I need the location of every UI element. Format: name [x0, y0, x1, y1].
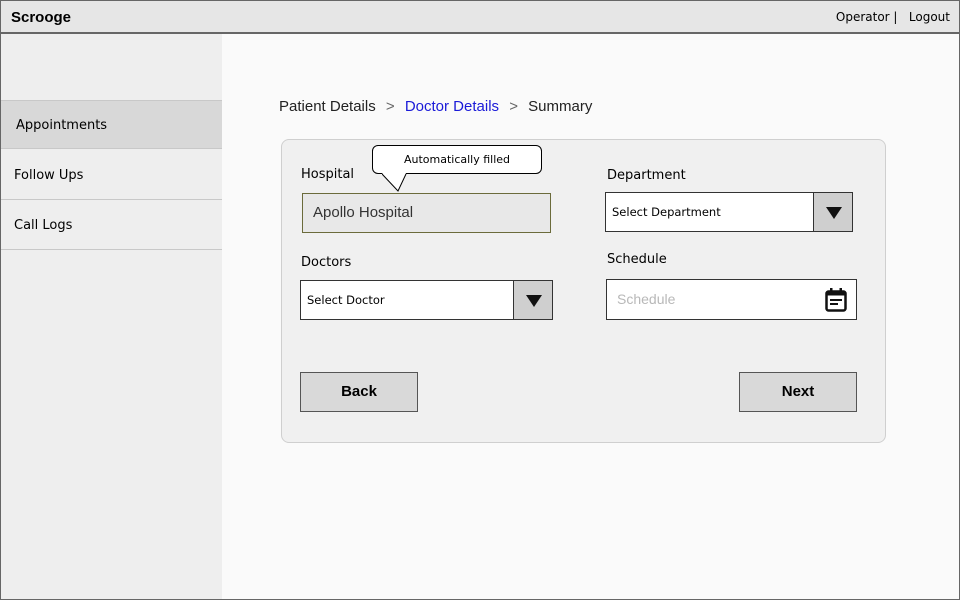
doctors-select-value: Select Doctor: [307, 293, 385, 307]
breadcrumb-summary[interactable]: Summary: [528, 98, 592, 115]
doctors-select[interactable]: Select Doctor: [300, 280, 553, 320]
doctors-label: Doctors: [301, 255, 352, 270]
hospital-label: Hospital: [301, 167, 355, 182]
top-bar: Scrooge Operator | Logout: [1, 1, 959, 34]
schedule-placeholder: Schedule: [617, 291, 676, 307]
sidebar-item-call-logs[interactable]: Call Logs: [1, 201, 222, 250]
triangle-down-icon: [826, 207, 842, 219]
breadcrumb: Patient Details > Doctor Details > Summa…: [279, 98, 592, 115]
app-title: Scrooge: [11, 9, 72, 26]
sidebar: Appointments Follow Ups Call Logs: [1, 34, 222, 599]
next-button[interactable]: Next: [739, 372, 857, 412]
department-label: Department: [607, 168, 686, 183]
sidebar-item-follow-ups[interactable]: Follow Ups: [1, 151, 222, 200]
back-button[interactable]: Back: [300, 372, 418, 412]
sidebar-item-appointments[interactable]: Appointments: [1, 100, 222, 149]
triangle-down-icon: [526, 295, 542, 307]
tooltip-tail: [382, 173, 407, 192]
department-select[interactable]: Select Department: [605, 192, 853, 232]
breadcrumb-separator: >: [509, 98, 518, 115]
calendar-icon[interactable]: [825, 288, 847, 315]
top-nav: Operator | Logout: [836, 10, 950, 24]
breadcrumb-doctor-details[interactable]: Doctor Details: [405, 98, 499, 115]
breadcrumb-patient-details[interactable]: Patient Details: [279, 98, 376, 115]
department-dropdown-button[interactable]: [813, 193, 852, 231]
logout-link[interactable]: Logout: [909, 10, 950, 24]
schedule-label: Schedule: [607, 252, 667, 267]
schedule-input[interactable]: Schedule: [606, 279, 857, 320]
doctors-dropdown-button[interactable]: [513, 281, 552, 319]
auto-fill-tooltip: Automatically filled: [372, 145, 542, 174]
breadcrumb-separator: >: [385, 98, 395, 115]
department-select-value: Select Department: [612, 205, 721, 219]
hospital-field[interactable]: Apollo Hospital: [302, 193, 551, 233]
operator-link[interactable]: Operator |: [836, 10, 898, 24]
